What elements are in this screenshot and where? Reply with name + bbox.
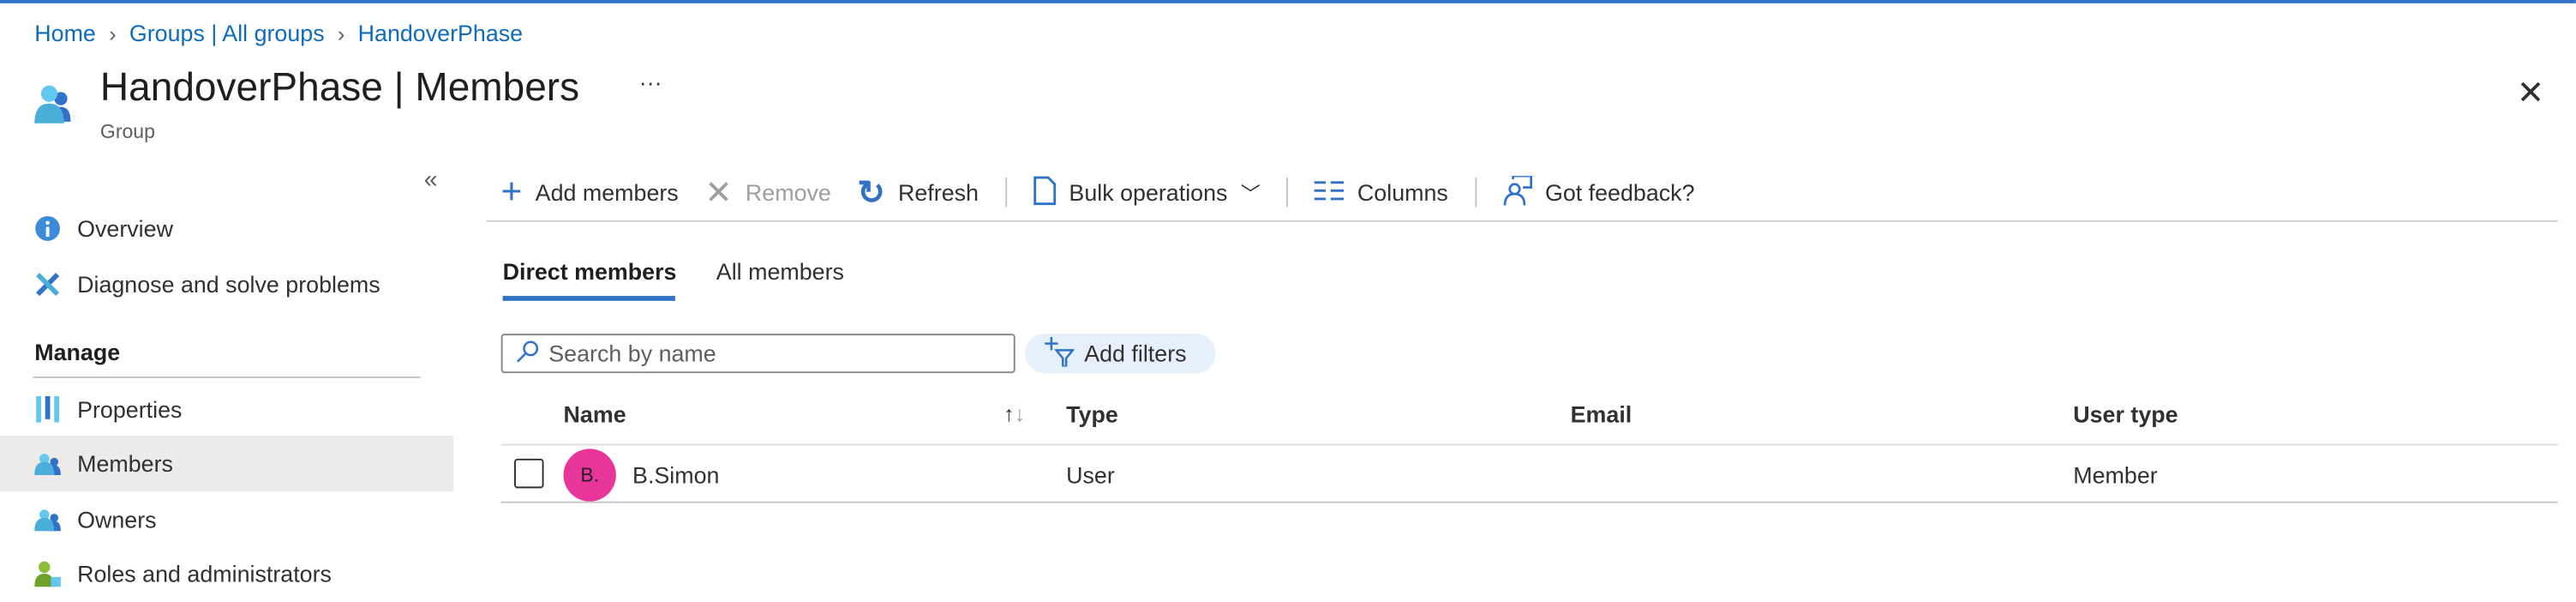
add-filters-button[interactable]: Add filters: [1025, 334, 1216, 374]
sidebar-item-members[interactable]: Members: [0, 436, 454, 492]
sidebar-item-properties[interactable]: Properties: [0, 382, 453, 437]
avatar: B.: [563, 448, 616, 502]
divider: [33, 376, 421, 378]
bulk-operations-button[interactable]: Bulk operations ﹀: [1033, 175, 1261, 209]
remove-button[interactable]: ✕ Remove: [704, 172, 830, 213]
column-header-name[interactable]: Name: [564, 401, 626, 428]
divider: [1286, 178, 1289, 208]
sidebar-item-label: Owners: [77, 506, 157, 533]
search-placeholder: Search by name: [548, 340, 716, 367]
more-options-button[interactable]: ···: [639, 69, 662, 96]
label: Add members: [535, 178, 679, 206]
add-filter-icon: [1045, 336, 1075, 370]
chevron-right-icon: ›: [109, 20, 117, 45]
columns-button[interactable]: Columns: [1315, 178, 1448, 207]
sidebar-item-label: Members: [77, 450, 173, 477]
group-icon: [34, 85, 71, 123]
document-icon: [1033, 175, 1056, 209]
sidebar-section-manage: Manage: [34, 338, 121, 365]
breadcrumb: Home › Groups | All groups › HandoverPhase: [34, 20, 523, 46]
add-filters-label: Add filters: [1084, 340, 1187, 367]
sidebar-item-label: Roles and administrators: [77, 560, 332, 587]
divider: [1474, 178, 1477, 208]
breadcrumb-group[interactable]: HandoverPhase: [358, 20, 523, 46]
member-type: User: [1066, 461, 1115, 489]
wrench-icon: [34, 271, 61, 298]
sidebar-item-label: Overview: [77, 215, 173, 242]
sidebar-item-label: Diagnose and solve problems: [77, 271, 380, 298]
search-input[interactable]: Search by name: [500, 334, 1015, 374]
label: Remove: [745, 178, 831, 206]
column-header-type[interactable]: Type: [1066, 401, 1118, 428]
owners-icon: [34, 506, 61, 533]
columns-icon: [1315, 178, 1345, 207]
add-members-button[interactable]: + Add members: [500, 171, 679, 213]
active-tab-indicator: [502, 296, 675, 301]
toolbar: + Add members ✕ Remove ↻ Refresh Bulk opera…: [501, 172, 1721, 212]
column-header-user-type[interactable]: User type: [2073, 401, 2178, 428]
info-icon: [34, 215, 61, 242]
refresh-icon: ↻: [857, 175, 885, 212]
chevron-right-icon: ›: [337, 20, 345, 45]
top-accent-bar: [0, 0, 2576, 3]
sidebar-item-overview[interactable]: Overview: [0, 201, 453, 256]
properties-icon: [34, 395, 61, 423]
tab-all-members[interactable]: All members: [716, 258, 844, 285]
tab-direct-members[interactable]: Direct members: [503, 258, 677, 285]
sidebar-item-roles[interactable]: Roles and administrators: [0, 545, 453, 601]
page-subtitle: Group: [99, 119, 155, 143]
collapse-sidebar-icon[interactable]: «: [424, 166, 438, 195]
feedback-icon: [1502, 173, 1532, 209]
close-icon: ✕: [704, 175, 733, 212]
refresh-button[interactable]: ↻ Refresh: [858, 172, 979, 213]
chevron-down-icon: ﹀: [1240, 181, 1261, 205]
header-divider: [500, 443, 2558, 446]
column-header-email[interactable]: Email: [1571, 401, 1632, 428]
search-icon: [516, 340, 539, 368]
close-icon[interactable]: ✕: [2517, 72, 2544, 113]
sidebar-item-owners[interactable]: Owners: [0, 491, 453, 547]
member-name[interactable]: B.Simon: [632, 462, 719, 489]
members-icon: [34, 450, 61, 477]
row-divider: [500, 501, 2558, 503]
label: Bulk operations: [1069, 178, 1228, 206]
feedback-button[interactable]: Got feedback?: [1502, 173, 1695, 209]
toolbar-divider: [486, 220, 2558, 222]
sidebar-item-diagnose[interactable]: Diagnose and solve problems: [0, 256, 453, 312]
sort-icon[interactable]: ↑↓: [1003, 401, 1025, 426]
breadcrumb-home[interactable]: Home: [34, 20, 96, 46]
breadcrumb-groups[interactable]: Groups | All groups: [129, 20, 325, 46]
roles-icon: [34, 561, 61, 587]
divider: [1004, 178, 1007, 208]
row-checkbox[interactable]: [514, 458, 544, 489]
label: Refresh: [898, 178, 979, 206]
sidebar-item-label: Properties: [77, 395, 183, 423]
member-user-type: Member: [2073, 461, 2158, 489]
plus-icon: +: [500, 171, 523, 213]
page-title: HandoverPhase | Members: [99, 65, 580, 111]
label: Got feedback?: [1544, 178, 1695, 206]
label: Columns: [1357, 178, 1448, 206]
